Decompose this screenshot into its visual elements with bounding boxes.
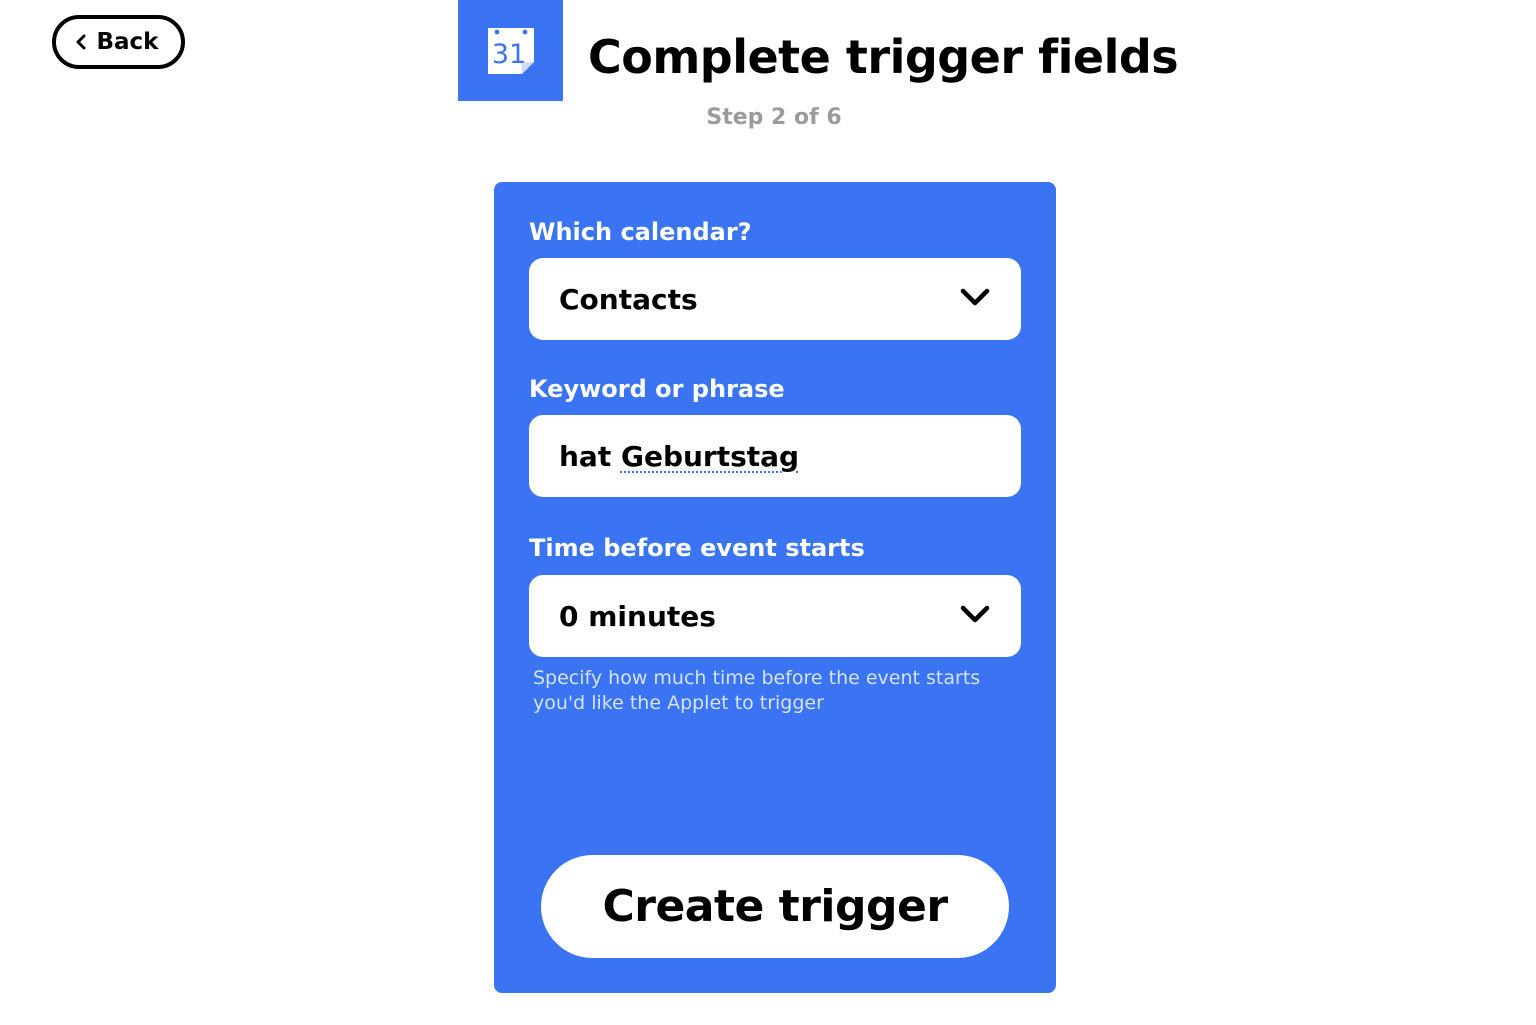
keyword-spellcheck-word: Geburtstag (620, 439, 800, 473)
chevron-down-icon (959, 603, 991, 629)
step-indicator: Step 2 of 6 (706, 105, 842, 130)
trigger-fields-form: Which calendar? Contacts Keyword or phra… (494, 182, 1056, 993)
calendar-label: Which calendar? (529, 218, 752, 246)
page-title: Complete trigger fields (588, 30, 1179, 84)
back-button[interactable]: Back (52, 15, 185, 69)
keyword-prefix: hat (559, 439, 621, 473)
offset-label: Time before event starts (529, 534, 865, 562)
create-trigger-button[interactable]: Create trigger (541, 855, 1009, 958)
offset-helper-text: Specify how much time before the event s… (533, 667, 981, 714)
keyword-input-value: hat Geburtstag (559, 440, 799, 473)
calendar-select-value: Contacts (559, 282, 698, 316)
offset-select-value: 0 minutes (559, 599, 716, 633)
keyword-input[interactable]: hat Geburtstag (529, 415, 1021, 497)
back-button-label: Back (96, 29, 159, 55)
calendar-select[interactable]: Contacts (529, 258, 1021, 340)
calendar-icon-text: 31 (491, 39, 525, 70)
page: Back 31 Complete trigger fields Step 2 o… (0, 0, 1536, 1025)
chevron-down-icon (959, 286, 991, 312)
google-calendar-icon: 31 (458, 0, 563, 101)
keyword-label: Keyword or phrase (529, 375, 785, 403)
offset-select[interactable]: 0 minutes (529, 575, 1021, 657)
chevron-left-icon (75, 34, 87, 50)
